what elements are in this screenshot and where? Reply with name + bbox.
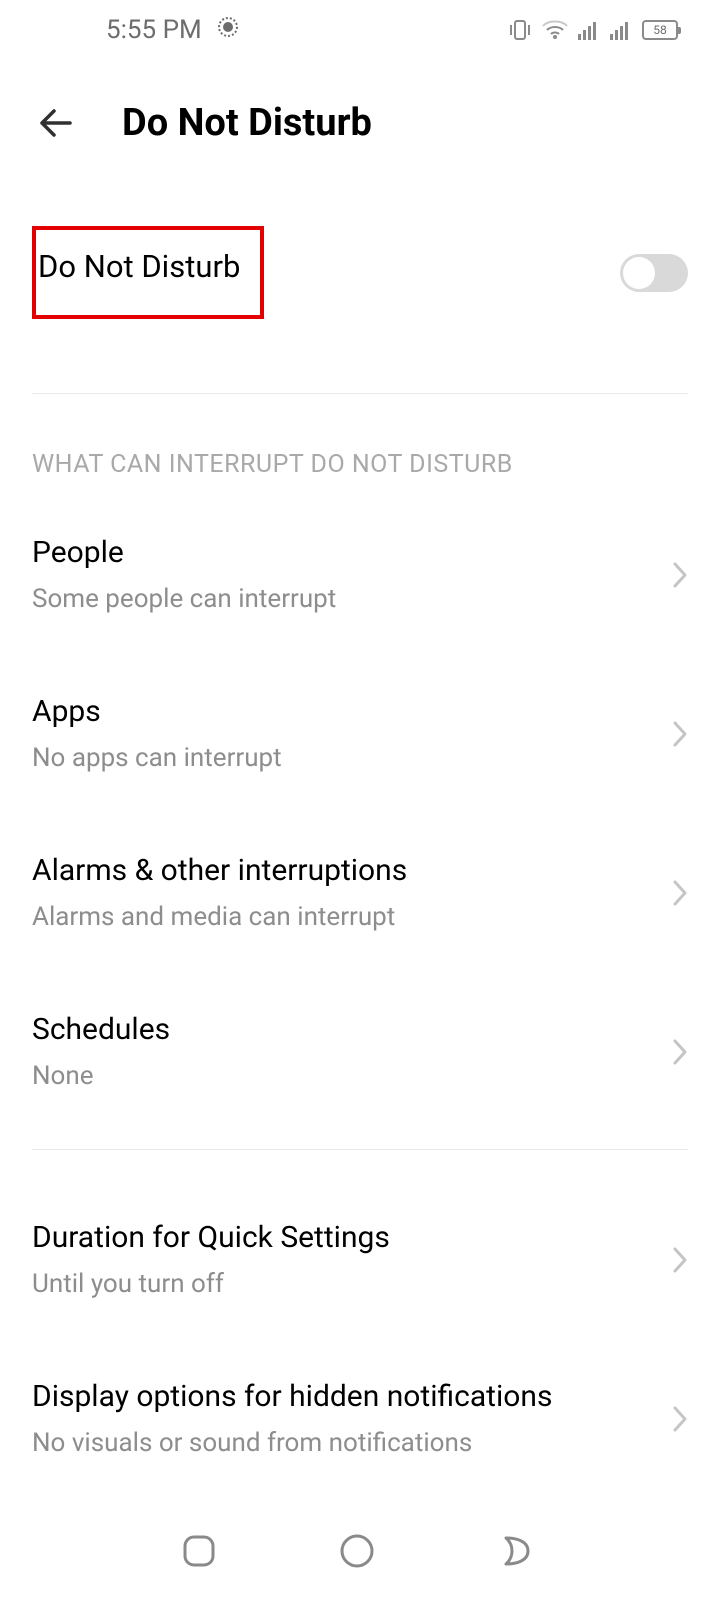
status-bar: 5:55 PM 58 [0, 0, 720, 60]
status-time: 5:55 PM [106, 15, 202, 45]
chevron-right-icon [672, 1405, 688, 1433]
chevron-right-icon [672, 1246, 688, 1274]
item-subtitle: No apps can interrupt [32, 743, 282, 773]
section-header-interrupt: WHAT CAN INTERRUPT DO NOT DISTURB [32, 394, 688, 495]
nav-recent-button[interactable] [182, 1534, 216, 1568]
chevron-right-icon [672, 720, 688, 748]
chevron-right-icon [672, 1038, 688, 1066]
signal-icon-2 [610, 20, 632, 40]
navigation-bar [0, 1514, 720, 1600]
setting-item-people[interactable]: People Some people can interrupt [32, 495, 688, 654]
item-subtitle: None [32, 1061, 170, 1091]
status-right: 58 [508, 19, 678, 41]
item-title: Apps [32, 694, 282, 729]
dnd-toggle-switch[interactable] [620, 254, 688, 292]
highlight-annotation: Do Not Disturb [32, 226, 264, 319]
battery-percent: 58 [653, 24, 667, 36]
item-title: Duration for Quick Settings [32, 1220, 390, 1255]
header: Do Not Disturb [0, 60, 720, 166]
divider [32, 1149, 688, 1150]
back-button[interactable] [34, 100, 80, 146]
nav-home-button[interactable] [339, 1533, 375, 1569]
vibrate-icon [508, 19, 532, 41]
nav-back-button[interactable] [498, 1533, 538, 1569]
item-subtitle: Some people can interrupt [32, 584, 336, 614]
item-title: Display options for hidden notifications [32, 1379, 552, 1414]
battery-icon: 58 [642, 20, 678, 40]
setting-item-apps[interactable]: Apps No apps can interrupt [32, 654, 688, 813]
setting-item-display-options[interactable]: Display options for hidden notifications… [32, 1339, 688, 1498]
dnd-toggle-row[interactable]: Do Not Disturb [32, 166, 688, 369]
signal-icon-1 [578, 20, 600, 40]
dnd-status-icon [216, 15, 240, 46]
item-title: People [32, 535, 336, 570]
setting-item-schedules[interactable]: Schedules None [32, 972, 688, 1131]
dnd-toggle-label: Do Not Disturb [38, 248, 240, 285]
item-subtitle: Alarms and media can interrupt [32, 902, 407, 932]
toggle-knob [623, 257, 655, 289]
setting-item-duration[interactable]: Duration for Quick Settings Until you tu… [32, 1180, 688, 1339]
item-subtitle: Until you turn off [32, 1269, 390, 1299]
item-subtitle: No visuals or sound from notifications [32, 1428, 552, 1458]
chevron-right-icon [672, 561, 688, 589]
item-title: Schedules [32, 1012, 170, 1047]
chevron-right-icon [672, 879, 688, 907]
item-title: Alarms & other interruptions [32, 853, 407, 888]
page-title: Do Not Disturb [122, 101, 372, 145]
setting-item-alarms[interactable]: Alarms & other interruptions Alarms and … [32, 813, 688, 972]
status-left: 5:55 PM [106, 15, 240, 46]
wifi-icon [542, 20, 568, 40]
